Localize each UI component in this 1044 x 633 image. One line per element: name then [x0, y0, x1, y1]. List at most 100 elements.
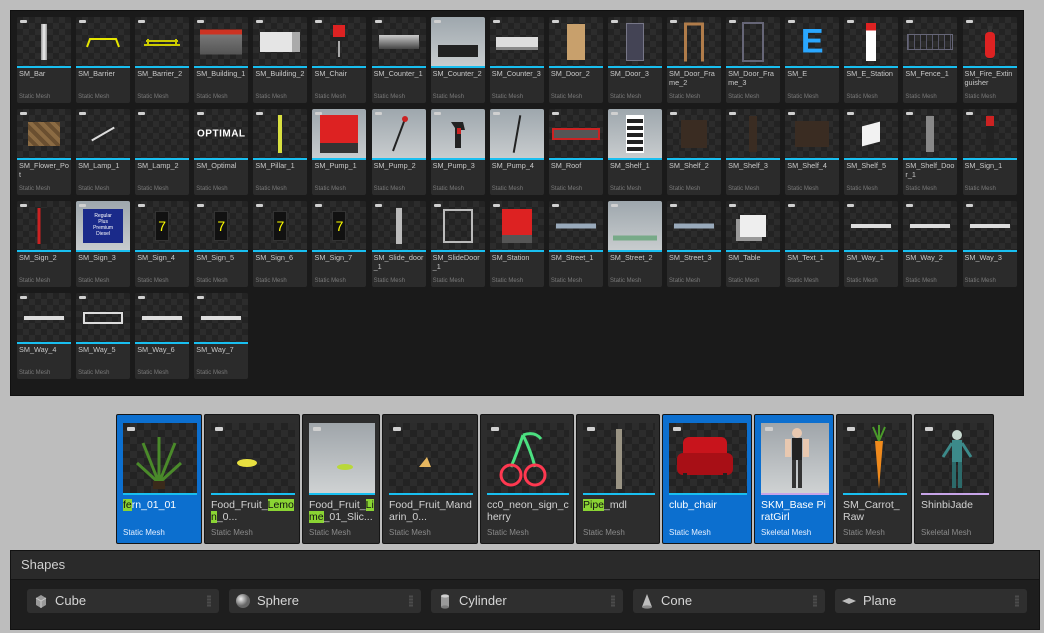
- shape-button-cone[interactable]: Cone: [633, 589, 825, 613]
- asset-tile[interactable]: SM_Shelf_Door_1 Static Mesh: [903, 109, 958, 195]
- drag-handle-icon[interactable]: [207, 595, 211, 607]
- asset-tile[interactable]: SM_Sign_2 Static Mesh: [17, 201, 71, 287]
- asset-tile[interactable]: SM_Door_Frame_2 Static Mesh: [667, 17, 722, 103]
- asset-tile[interactable]: SM_Shelf_4 Static Mesh: [785, 109, 840, 195]
- asset-tile[interactable]: 7 SM_Sign_6 Static Mesh: [253, 201, 308, 287]
- recent-asset-tile[interactable]: SM_Carrot_Raw Static Mesh: [836, 414, 912, 544]
- asset-tile[interactable]: SM_Flower_Pot Static Mesh: [17, 109, 71, 195]
- asset-type-icon: [587, 427, 595, 431]
- asset-tile[interactable]: SM_Way_3 Static Mesh: [962, 201, 1017, 287]
- asset-tile[interactable]: SM_Text_1 Static Mesh: [785, 201, 840, 287]
- asset-tile[interactable]: SM_Way_6 Static Mesh: [135, 293, 190, 379]
- asset-type-label: Static Mesh: [137, 94, 169, 100]
- sphere-icon: [235, 593, 251, 609]
- recent-asset-tile[interactable]: Pipe_mdl Static Mesh: [576, 414, 660, 544]
- asset-tile[interactable]: SM_Way_1 Static Mesh: [844, 201, 899, 287]
- shape-button-sphere[interactable]: Sphere: [229, 589, 421, 613]
- asset-tile[interactable]: Regular Plus Premium Diesel SM_Sign_3 Static …: [76, 201, 131, 287]
- asset-thumbnail: 7: [312, 201, 367, 250]
- asset-thumbnail: [667, 17, 722, 66]
- asset-type-label: Static Mesh: [609, 186, 642, 192]
- asset-tile[interactable]: SM_Fire_Extinguisher Static Mesh: [962, 17, 1017, 103]
- asset-type-label: Static Mesh: [669, 186, 701, 192]
- asset-tile[interactable]: SM_Pump_4 Static Mesh: [489, 109, 544, 195]
- asset-tile[interactable]: E SM_E Static Mesh: [785, 17, 840, 103]
- asset-tile[interactable]: SM_Street_3 Static Mesh: [667, 201, 722, 287]
- asset-tile[interactable]: SM_Way_4 Static Mesh: [17, 293, 71, 379]
- asset-tile[interactable]: SM_Street_1 Static Mesh: [548, 201, 603, 287]
- asset-tile[interactable]: SM_Table Static Mesh: [726, 201, 781, 287]
- asset-tile[interactable]: SM_Door_2 Static Mesh: [548, 17, 603, 103]
- asset-tile[interactable]: SM_Pump_1 Static Mesh: [312, 109, 367, 195]
- drag-handle-icon[interactable]: [409, 595, 413, 607]
- drag-handle-icon[interactable]: [813, 595, 817, 607]
- asset-tile[interactable]: SM_Building_2 Static Mesh: [253, 17, 308, 103]
- asset-tile[interactable]: SM_Shelf_5 Static Mesh: [844, 109, 899, 195]
- asset-type-icon: [374, 20, 382, 23]
- recent-asset-tile[interactable]: Food_Fruit_Mandarin_0... Static Mesh: [382, 414, 478, 544]
- recent-asset-tile[interactable]: Food_Fruit_Lemon_0... Static Mesh: [204, 414, 300, 544]
- recent-asset-tile[interactable]: ShinbiJade Skeletal Mesh: [914, 414, 994, 544]
- asset-name: SM_Fire_Extinguisher: [964, 69, 1013, 87]
- asset-tile[interactable]: SM_Fence_1 Static Mesh: [903, 17, 958, 103]
- asset-tile[interactable]: SM_Lamp_1 Static Mesh: [76, 109, 131, 195]
- asset-tile[interactable]: SM_Shelf_1 Static Mesh: [607, 109, 662, 195]
- asset-thumbnail: [371, 17, 426, 66]
- recent-asset-tile[interactable]: club_chair Static Mesh: [662, 414, 752, 544]
- asset-tile[interactable]: SM_Building_1 Static Mesh: [194, 17, 249, 103]
- asset-tile[interactable]: SM_Pillar_1 Static Mesh: [253, 109, 308, 195]
- asset-tile[interactable]: SM_Pump_3 Static Mesh: [430, 109, 485, 195]
- asset-tile[interactable]: SM_Counter_2 Static Mesh: [430, 17, 485, 103]
- asset-tile[interactable]: SM_E_Station Static Mesh: [844, 17, 899, 103]
- drag-handle-icon[interactable]: [611, 595, 615, 607]
- asset-type-icon: [670, 112, 678, 115]
- asset-type-icon: [906, 204, 914, 207]
- asset-tile[interactable]: SM_Street_2 Static Mesh: [607, 201, 662, 287]
- asset-tile[interactable]: SM_Slide_door_1 Static Mesh: [371, 201, 426, 287]
- asset-tile[interactable]: SM_Lamp_2 Static Mesh: [135, 109, 190, 195]
- asset-tile[interactable]: SM_Barrier Static Mesh: [76, 17, 131, 103]
- asset-tile[interactable]: SM_Sign_1 Static Mesh: [962, 109, 1017, 195]
- asset-tile[interactable]: SM_Counter_3 Static Mesh: [489, 17, 544, 103]
- asset-tile[interactable]: SM_Shelf_2 Static Mesh: [667, 109, 722, 195]
- asset-type-label: Static Mesh: [196, 370, 228, 376]
- asset-tile[interactable]: SM_SlideDoor_1 Static Mesh: [430, 201, 485, 287]
- asset-type-icon: [197, 112, 205, 115]
- asset-tile[interactable]: SM_Way_2 Static Mesh: [903, 201, 958, 287]
- asset-tile[interactable]: 7 SM_Sign_7 Static Mesh: [312, 201, 367, 287]
- shape-button-plane[interactable]: Plane: [835, 589, 1027, 613]
- asset-tile[interactable]: SM_Station Static Mesh: [489, 201, 544, 287]
- asset-tile[interactable]: SM_Pump_2 Static Mesh: [371, 109, 426, 195]
- asset-thumbnail: [785, 201, 840, 250]
- asset-name: SM_Fence_1: [905, 69, 949, 78]
- asset-tile[interactable]: SM_Door_Frame_3 Static Mesh: [726, 17, 781, 103]
- asset-thumbnail: [430, 109, 485, 158]
- shape-button-cube[interactable]: Cube: [27, 589, 219, 613]
- recent-asset-tile[interactable]: fern_01_01 Static Mesh: [116, 414, 202, 544]
- recent-asset-tile[interactable]: cc0_neon_sign_cherry Static Mesh: [480, 414, 574, 544]
- recent-asset-tile[interactable]: Food_Fruit_Lime_01_Slic... Static Mesh: [302, 414, 380, 544]
- asset-type-label: Static Mesh: [137, 278, 169, 284]
- cylinder-icon: [437, 593, 453, 609]
- asset-tile[interactable]: SM_Barrier_2 Static Mesh: [135, 17, 190, 103]
- asset-tile[interactable]: SM_Shelf_3 Static Mesh: [726, 109, 781, 195]
- asset-tile[interactable]: SM_Way_5 Static Mesh: [76, 293, 131, 379]
- recent-asset-tile[interactable]: SKM_Base PiratGirl Skeletal Mesh: [754, 414, 834, 544]
- asset-tile[interactable]: SM_Way_7 Static Mesh: [194, 293, 249, 379]
- asset-name: SM_SlideDoor_1: [432, 253, 480, 271]
- asset-tile[interactable]: SM_Bar Static Mesh: [17, 17, 71, 103]
- asset-tile[interactable]: SM_Chair Static Mesh: [312, 17, 367, 103]
- asset-type-icon: [551, 112, 559, 115]
- asset-tile[interactable]: 7 SM_Sign_4 Static Mesh: [135, 201, 190, 287]
- asset-tile[interactable]: SM_Counter_1 Static Mesh: [371, 17, 426, 103]
- asset-thumbnail: [253, 17, 308, 66]
- asset-name: SM_Lamp_1: [78, 161, 120, 170]
- asset-type-label: Static Mesh: [964, 278, 996, 284]
- drag-handle-icon[interactable]: [1015, 595, 1019, 607]
- asset-tile[interactable]: SM_Door_3 Static Mesh: [607, 17, 662, 103]
- asset-tile[interactable]: OPTIMAL SM_Optimal Static Mesh: [194, 109, 249, 195]
- asset-tile[interactable]: SM_Roof Static Mesh: [548, 109, 603, 195]
- asset-tile[interactable]: 7 SM_Sign_5 Static Mesh: [194, 201, 249, 287]
- asset-type-label: Static Mesh: [389, 528, 431, 537]
- shape-button-cylinder[interactable]: Cylinder: [431, 589, 623, 613]
